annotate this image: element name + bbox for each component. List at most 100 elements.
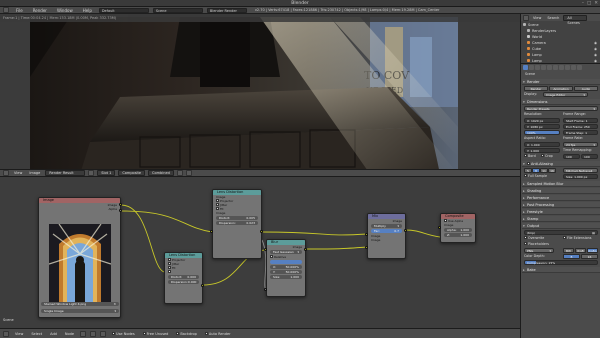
time-new-field[interactable]: 100 <box>581 154 598 159</box>
maximize-icon[interactable]: □ <box>587 1 591 6</box>
blend-mode-select[interactable]: Multiply ▾ <box>371 224 402 228</box>
aa-samples-11[interactable]: 11 <box>540 168 548 173</box>
resolution-y-field[interactable]: Y: 1080 px <box>524 124 560 129</box>
frame-step-field[interactable]: Frame Step: 1 <box>563 130 598 135</box>
input-socket[interactable] <box>264 248 267 251</box>
auto-render-toggle[interactable]: Auto Render <box>203 331 233 337</box>
aa-samples-16[interactable]: 16 <box>548 168 556 173</box>
placeholders-toggle[interactable]: Placeholders <box>524 242 549 247</box>
color-rgb-button[interactable]: RGB <box>575 248 586 253</box>
display-channels-icon[interactable] <box>176 170 183 176</box>
menu-select[interactable]: Select <box>29 331 44 337</box>
render-tab-icon[interactable] <box>523 65 528 70</box>
post-processing-section-header[interactable]: Post Processing <box>522 202 600 208</box>
texture-tab-icon[interactable] <box>577 65 582 70</box>
time-old-field[interactable]: 100 <box>563 154 580 159</box>
output-section-header[interactable]: Output <box>522 223 600 229</box>
color-bw-button[interactable]: BW <box>563 248 574 253</box>
backdrop-toggle[interactable]: Backdrop <box>174 331 198 337</box>
bake-section-header[interactable]: Bake <box>522 267 600 273</box>
layer-select[interactable]: Composite <box>118 170 146 176</box>
display-mode-select[interactable]: All Scenes <box>563 14 588 25</box>
input-socket[interactable] <box>438 226 441 229</box>
end-frame-field[interactable]: End Frame: 250 <box>563 124 598 129</box>
constraints-tab-icon[interactable] <box>553 65 558 70</box>
output-socket[interactable] <box>304 248 307 251</box>
display-select[interactable]: Image Editor ▾ <box>543 92 588 97</box>
scene-selector[interactable]: Scene <box>152 7 203 13</box>
image-node[interactable]: Image Image Alpha Stained Window Light 4… <box>38 197 121 318</box>
render-engine-select[interactable]: Blender Render <box>206 7 247 13</box>
menu-node[interactable]: Node <box>63 331 76 337</box>
filter-type-select[interactable]: Fast Gaussian ▾ <box>270 250 302 254</box>
motion-blur-section-header[interactable]: Sampled Motion Blur <box>522 181 600 187</box>
compositing-tree-icon[interactable] <box>100 330 107 337</box>
file-format-select[interactable]: PNG ▾ <box>524 248 554 253</box>
aspect-y-field[interactable]: Y: 1.000 <box>524 148 560 153</box>
properties-editor[interactable]: Scene Render Render Animation Audio Disp… <box>521 64 600 338</box>
output-path-field[interactable]: /tmp/▤ <box>524 230 598 235</box>
input-socket[interactable] <box>365 233 368 236</box>
zoom-icon[interactable] <box>185 170 192 176</box>
editor-type-icon[interactable] <box>3 7 9 13</box>
use-nodes-toggle[interactable]: Use Nodes <box>110 331 137 337</box>
free-unused-toggle[interactable]: Free Unused <box>141 331 171 337</box>
start-frame-field[interactable]: Start Frame: 1 <box>563 118 598 123</box>
outliner[interactable]: View Search All Scenes Scene RenderLayer… <box>521 14 600 64</box>
menu-help[interactable]: Help <box>80 8 95 13</box>
world-tab-icon[interactable] <box>541 65 546 70</box>
slot-select[interactable]: Slot 1 <box>97 170 116 176</box>
overwrite-toggle[interactable]: Overwrite <box>524 236 544 241</box>
menu-image[interactable]: Image <box>27 170 42 176</box>
blur-node[interactable]: Blur Image Fast Gaussian ▾ Relative X: 50.… <box>266 239 306 297</box>
composite-node[interactable]: Composite Use Alpha Image Alpha: 1.000 Z:… <box>440 213 476 243</box>
menu-file[interactable]: File <box>13 8 26 13</box>
performance-section-header[interactable]: Performance <box>522 195 600 201</box>
lens-distortion-node-2[interactable]: Lens Distortion Projector Jitter Fit Dis… <box>164 252 203 304</box>
editor-type-icon[interactable] <box>3 330 9 337</box>
image-editor-render[interactable]: TO COV HE DIED Frame:1 | Time:00:04.24 |… <box>0 14 520 169</box>
output-socket[interactable] <box>404 229 407 232</box>
node-editor[interactable]: Lens Distortion Image Projector Jitter F… <box>0 177 520 328</box>
relative-toggle[interactable]: Relative <box>267 255 305 259</box>
aa-size-field[interactable]: Size: 1.000 px <box>563 174 598 179</box>
output-socket[interactable] <box>201 284 204 287</box>
editor-type-icon[interactable] <box>3 170 9 176</box>
aa-samples-5[interactable]: 5 <box>524 168 532 173</box>
audio-button[interactable]: Audio <box>574 86 598 91</box>
depth-16-button[interactable]: 16 <box>581 254 598 259</box>
pin-icon[interactable] <box>88 170 95 176</box>
input-socket[interactable] <box>210 230 213 233</box>
editor-type-icon[interactable] <box>523 14 529 21</box>
freestyle-section-header[interactable]: Freestyle <box>522 209 600 215</box>
resolution-x-field[interactable]: X: 1920 px <box>524 118 560 123</box>
input-socket[interactable] <box>264 288 267 291</box>
blur-x-field[interactable]: X: 50.000% <box>270 265 302 269</box>
screen-selector[interactable]: Default <box>98 7 149 13</box>
menu-search[interactable]: Search <box>545 15 561 21</box>
depth-8-button[interactable]: 8 <box>563 254 580 259</box>
compression-slider[interactable]: Compression: 15% <box>524 260 598 265</box>
aa-samples-8[interactable]: 8 <box>532 168 540 173</box>
full-sample-toggle[interactable]: Full Sample <box>524 174 547 179</box>
dispersion-field[interactable]: Dispersion: 0.023 <box>216 221 258 225</box>
mix-node[interactable]: Mix Image Multiply ▾ Fac: 0.7 Image Image <box>367 213 406 259</box>
image-browse-select[interactable]: Render Result <box>45 170 86 176</box>
z-field[interactable]: Z: 1.000 <box>444 233 472 237</box>
shader-tree-icon[interactable] <box>80 330 87 337</box>
border-toggle[interactable]: Bord <box>524 154 536 159</box>
texture-tree-icon[interactable] <box>90 330 97 337</box>
dispersion-field[interactable]: Dispersion: 0.000 <box>168 280 199 284</box>
material-tab-icon[interactable] <box>571 65 576 70</box>
pass-select[interactable]: Combined <box>148 170 174 176</box>
input-socket[interactable] <box>365 246 368 249</box>
animation-button[interactable]: Animation <box>549 86 573 91</box>
distort-field[interactable]: Distort: 0.005 <box>216 216 258 220</box>
lens-distortion-node-1[interactable]: Lens Distortion Image Projector Jitter F… <box>212 189 262 259</box>
render-section-header[interactable]: Render <box>522 79 600 85</box>
blur-y-field[interactable]: Y: 50.000% <box>270 270 302 274</box>
render-button[interactable]: Render <box>524 86 548 91</box>
shading-section-header[interactable]: Shading <box>522 188 600 194</box>
anti-aliasing-section-header[interactable]: Anti-Aliasing <box>522 161 600 167</box>
object-tab-icon[interactable] <box>547 65 552 70</box>
